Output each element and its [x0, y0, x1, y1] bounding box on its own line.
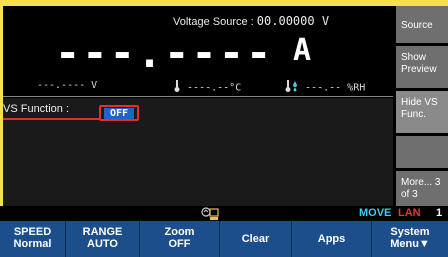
range-key[interactable]: RANGE AUTO — [66, 221, 140, 257]
softkey-hide-vs-func[interactable]: Hide VS Func. — [396, 91, 448, 133]
humidity-reading: ---.-- %RH — [305, 82, 366, 94]
vs-function-value[interactable]: OFF — [104, 108, 134, 119]
temperature-readout: ----.--°C — [173, 80, 241, 95]
softkey-blank[interactable] — [396, 136, 448, 168]
softkey-source[interactable]: Source — [396, 6, 448, 43]
function-key-bar: SPEED Normal RANGE AUTO Zoom OFF Clear A… — [0, 221, 448, 257]
status-channel: 1 — [436, 207, 443, 219]
speed-key[interactable]: SPEED Normal — [0, 221, 66, 257]
voltage-reading: ---.---- V — [37, 80, 98, 91]
main-unit: A — [293, 33, 312, 68]
range-key-value: AUTO — [87, 238, 118, 250]
status-interface: LAN — [398, 207, 421, 219]
panel-divider — [3, 96, 393, 97]
temperature-reading: ----.--°C — [187, 82, 242, 94]
apps-key-label: Apps — [317, 233, 346, 245]
apps-key[interactable]: Apps — [292, 221, 372, 257]
thermometer-icon — [173, 80, 181, 95]
vs-function-underline — [3, 118, 99, 120]
system-key-title: System — [390, 226, 430, 238]
clear-key-label: Clear — [241, 233, 270, 245]
softkey-column: Source Show Preview Hide VS Func. More..… — [396, 6, 448, 206]
voltage-source-readout: Voltage Source : 00.00000 V — [173, 14, 329, 28]
range-key-title: RANGE — [82, 226, 123, 238]
voltage-source-value: 00.00000 V — [256, 14, 330, 28]
voltage-source-label: Voltage Source : — [173, 16, 254, 28]
status-mode: MOVE — [359, 207, 392, 219]
measurement-panel: Voltage Source : 00.00000 V ---.---- A -… — [3, 6, 393, 98]
humidity-readout: ---.-- %RH — [285, 80, 365, 95]
clear-key[interactable]: Clear — [220, 221, 292, 257]
system-key-value: Menu▼ — [390, 238, 430, 250]
system-menu-key[interactable]: System Menu▼ — [372, 221, 448, 257]
softkey-show-preview[interactable]: Show Preview — [396, 46, 448, 88]
softkey-more[interactable]: More... 3 of 3 — [396, 171, 448, 206]
speed-key-value: Normal — [13, 238, 52, 250]
speed-key-title: SPEED — [13, 226, 52, 238]
humidity-icon — [285, 80, 299, 95]
zoom-key[interactable]: Zoom OFF — [140, 221, 220, 257]
status-bar: MOVE LAN 1 — [0, 206, 448, 221]
zoom-key-title: Zoom — [164, 226, 195, 238]
main-reading: ---.---- — [55, 28, 274, 77]
zoom-key-value: OFF — [168, 238, 191, 250]
vs-function-label: VS Function : — [3, 103, 70, 115]
